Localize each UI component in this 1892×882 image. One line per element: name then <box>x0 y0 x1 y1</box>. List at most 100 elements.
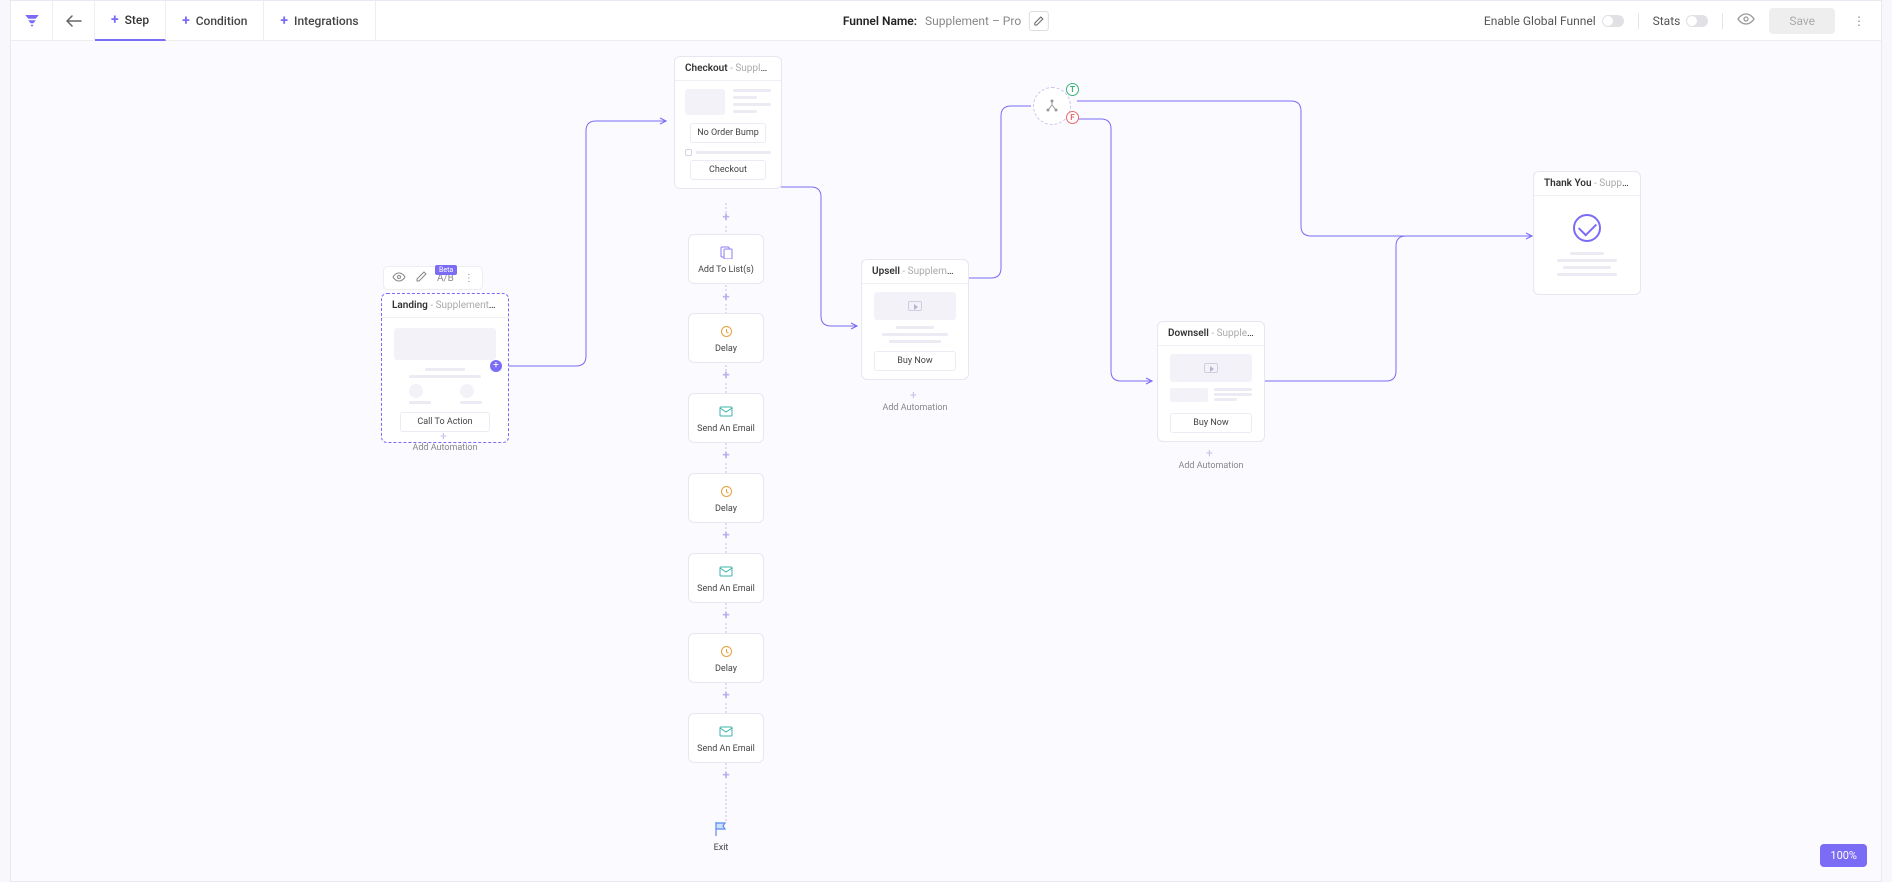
card-subtitle: - Supplement La... <box>430 300 508 311</box>
tab-label: Step <box>125 13 149 27</box>
delay-card[interactable]: Delay <box>688 313 764 363</box>
card-label: Delay <box>689 664 763 674</box>
add-node-button[interactable]: + <box>721 611 731 621</box>
toggle-label: Stats <box>1653 14 1681 28</box>
downsell-card[interactable]: Downsell - Supplement D... Buy Now <box>1157 321 1265 442</box>
card-label: Send An Email <box>689 424 763 434</box>
divider <box>1722 13 1723 29</box>
tab-label: Condition <box>196 14 248 28</box>
add-to-list-card[interactable]: Add To List(s) <box>688 234 764 284</box>
edit-funnel-name-button[interactable] <box>1029 11 1049 31</box>
card-header: Downsell - Supplement D... <box>1158 322 1264 346</box>
exit-node[interactable]: Exit <box>713 821 729 853</box>
text-placeholder <box>868 326 962 343</box>
beta-badge: Beta <box>435 265 457 275</box>
two-col-placeholder <box>1170 388 1253 405</box>
card-header: Landing - Supplement La... <box>382 294 508 318</box>
topbar: + Step + Condition + Integrations Funnel… <box>11 1 1881 41</box>
preview-button[interactable] <box>1737 13 1755 28</box>
funnel-name-value: Supplement – Pro <box>925 14 1021 28</box>
add-automation-link[interactable]: Add Automation <box>401 443 489 453</box>
email-icon <box>719 564 733 578</box>
true-badge: T <box>1066 83 1079 96</box>
save-button[interactable]: Save <box>1769 8 1835 34</box>
checkmark-icon <box>1573 214 1601 242</box>
funnel-name: Funnel Name: Supplement – Pro <box>843 11 1049 31</box>
card-label: Delay <box>689 504 763 514</box>
thank-you-card[interactable]: Thank You - Supplement T... <box>1533 171 1641 295</box>
zoom-level-badge[interactable]: 100% <box>1820 844 1867 867</box>
send-email-card[interactable]: Send An Email <box>688 553 764 603</box>
video-thumbnail <box>1170 354 1253 382</box>
text-placeholder <box>394 368 496 378</box>
stats-toggle[interactable]: Stats <box>1653 14 1709 28</box>
false-badge: F <box>1066 111 1079 124</box>
card-label: Send An Email <box>689 744 763 754</box>
tab-integrations[interactable]: + Integrations <box>264 1 375 41</box>
card-subtitle: - Supplement D... <box>1211 328 1264 339</box>
add-under-button[interactable]: + <box>440 430 447 442</box>
checkout-card[interactable]: Checkout - Supplement C... No Order Bump… <box>674 56 782 189</box>
divider <box>1638 13 1639 29</box>
plus-icon: + <box>111 12 119 28</box>
buy-now-button[interactable]: Buy Now <box>1170 413 1253 433</box>
add-node-button[interactable]: + <box>721 771 731 781</box>
play-icon <box>1204 363 1218 373</box>
video-thumbnail <box>874 292 957 320</box>
add-automation-link[interactable]: Add Automation <box>871 403 959 413</box>
connectors <box>11 41 1881 881</box>
delay-card[interactable]: Delay <box>688 633 764 683</box>
tab-condition[interactable]: + Condition <box>166 1 264 41</box>
toggle-icon[interactable] <box>1602 15 1624 27</box>
edit-icon[interactable] <box>416 271 427 285</box>
toggle-label: Enable Global Funnel <box>1484 14 1596 28</box>
page-thumbnail <box>685 89 771 117</box>
no-bump-button[interactable]: No Order Bump <box>690 123 766 143</box>
enable-global-toggle[interactable]: Enable Global Funnel <box>1484 14 1624 28</box>
card-label: Send An Email <box>689 584 763 594</box>
email-icon <box>719 724 733 738</box>
upsell-card[interactable]: Upsell - Supplement U... Buy Now <box>861 259 969 380</box>
add-node-button[interactable]: + <box>721 371 731 381</box>
card-title: Downsell <box>1168 328 1209 339</box>
checkout-button[interactable]: Checkout <box>690 160 766 180</box>
toggle-icon[interactable] <box>1686 15 1708 27</box>
ab-test-button[interactable]: Beta A/B <box>437 273 454 284</box>
add-node-button[interactable]: + <box>721 451 731 461</box>
back-button[interactable] <box>53 1 95 41</box>
send-email-card[interactable]: Send An Email <box>688 713 764 763</box>
buy-now-button[interactable]: Buy Now <box>874 351 957 371</box>
clock-icon <box>719 324 733 338</box>
add-node-button[interactable]: + <box>721 691 731 701</box>
app-logo[interactable] <box>11 1 53 41</box>
send-email-card[interactable]: Send An Email <box>688 393 764 443</box>
card-subtitle: - Supplement C... <box>730 63 781 74</box>
right-controls: Enable Global Funnel Stats Save ⋮ <box>1484 8 1881 34</box>
delay-card[interactable]: Delay <box>688 473 764 523</box>
add-node-button[interactable]: + <box>721 213 731 223</box>
play-icon <box>908 301 922 311</box>
clock-icon <box>719 484 733 498</box>
add-node-button[interactable]: + <box>721 293 731 303</box>
tab-step[interactable]: + Step <box>95 1 166 41</box>
view-icon[interactable] <box>392 272 406 285</box>
card-body: Buy Now <box>862 284 968 379</box>
add-under-button[interactable]: + <box>910 389 917 401</box>
text-placeholder <box>1544 252 1630 276</box>
card-body: Buy Now <box>1158 346 1264 441</box>
add-under-button[interactable]: + <box>1206 447 1213 459</box>
funnel-canvas[interactable]: Beta A/B ⋮ Landing - Supplement La... Ca <box>11 41 1881 881</box>
funnel-name-label: Funnel Name: <box>843 14 917 28</box>
checkbox-placeholder <box>685 149 771 156</box>
more-icon[interactable]: ⋮ <box>464 273 474 284</box>
more-menu-button[interactable]: ⋮ <box>1849 14 1869 28</box>
card-title: Landing <box>392 300 428 311</box>
card-subtitle: - Supplement U... <box>902 266 968 277</box>
add-automation-link[interactable]: Add Automation <box>1167 461 1255 471</box>
tab-label: Integrations <box>294 14 359 28</box>
add-node-button[interactable]: + <box>721 531 731 541</box>
flag-icon <box>713 821 729 841</box>
page-thumbnail <box>394 328 496 360</box>
add-connection-button[interactable]: + <box>490 360 502 372</box>
icon-row <box>394 384 496 404</box>
